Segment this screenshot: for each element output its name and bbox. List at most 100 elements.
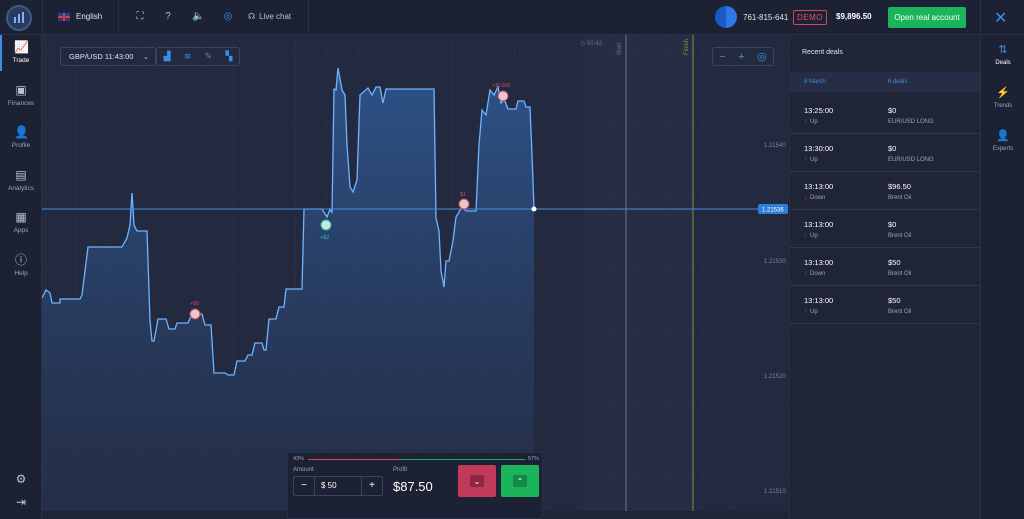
open-real-account-button[interactable]: Open real account [888, 7, 966, 28]
price-chart[interactable]: Start Finish 1.21540 1.21530 1.21520 1.2… [42, 35, 788, 511]
timer-value: 00:42 [586, 41, 602, 47]
arrow-up-icon: ↑ [804, 309, 807, 315]
sidebar-item-finances[interactable]: ▣ Finances [0, 83, 42, 107]
deal-row[interactable]: 13:30:00 ↑ Up $0 EUR/USD LONG [790, 135, 981, 172]
asset-selector[interactable]: GBP/USD 11:43:00 ⌄ [60, 47, 156, 66]
divider [42, 0, 43, 35]
deal-row[interactable]: 13:13:00 ↓ Down $96.50 Brent Oil [790, 173, 981, 210]
sound-icon[interactable]: 🔈 [192, 11, 204, 23]
help-circle-icon[interactable]: ? [162, 11, 174, 23]
sidebar-item-apps[interactable]: ▦ Apps [0, 210, 42, 234]
sidebar-item-experts[interactable]: 👤 Experts [981, 129, 1024, 152]
deal-asset: Brent Oil [888, 233, 912, 239]
deal-asset: Brent Oil [888, 195, 912, 201]
chart-type-icon[interactable]: ▟ [164, 51, 171, 62]
sidebar-item-profile[interactable]: 👤 Profile [0, 125, 42, 149]
deal-direction: ↓ Down [804, 195, 825, 201]
deal-amount: $96.50 [888, 182, 911, 191]
deal-marker[interactable]: +$0 [189, 301, 201, 320]
deal-time: 13:13:00 [804, 220, 834, 229]
chevron-down-icon: ⌄ [142, 52, 149, 61]
deal-direction-label: Up [810, 157, 818, 163]
zoom-reset-icon[interactable]: ◎ [757, 50, 767, 63]
live-chat-label: Live chat [259, 12, 292, 21]
deal-time: 13:13:00 [804, 182, 834, 191]
zoom-in-icon[interactable]: + [738, 51, 744, 63]
deals-title: Recent deals [802, 49, 843, 56]
marker-label: $1 [460, 192, 466, 198]
amount-input[interactable]: $ 50 [314, 477, 362, 495]
finish-label: Finish [684, 39, 690, 55]
zoom-out-icon[interactable]: − [719, 51, 725, 63]
decrease-amount-button[interactable]: − [294, 477, 314, 495]
sidebar-item-trade[interactable]: 📈 Trade [0, 40, 42, 64]
indicators-icon[interactable]: ≋ [184, 51, 192, 62]
account-id[interactable]: 761-815-641 [743, 13, 788, 22]
deal-direction: ↓ Down [804, 271, 825, 277]
deals-header: 8 March 6 deals [790, 72, 981, 92]
deal-row[interactable]: 13:13:00 ↑ Up $50 Brent Oil [790, 287, 981, 324]
flag-icon [458, 198, 470, 210]
profit-label: Profit [393, 467, 408, 473]
account-avatar[interactable] [715, 6, 737, 28]
trade-up-button[interactable]: ⌃ [501, 465, 539, 497]
fullscreen-icon[interactable]: ⛶ [134, 11, 146, 23]
language-label: English [76, 12, 103, 21]
sidebar-item-trends[interactable]: ⚡ Trends [981, 86, 1024, 109]
deal-direction: ↑ Up [804, 119, 818, 125]
deal-direction-label: Up [810, 309, 818, 315]
logo-icon [14, 12, 24, 23]
draw-icon[interactable]: ✎ [205, 51, 213, 62]
deal-direction: ↑ Up [804, 157, 818, 163]
deal-amount: $0 [888, 220, 897, 229]
increase-amount-button[interactable]: + [362, 477, 382, 495]
start-label: Start [617, 42, 623, 55]
app-logo[interactable] [6, 5, 32, 31]
sidebar-item-label: Analytics [7, 185, 34, 192]
info-icon: ⓘ [14, 253, 27, 267]
sidebar-item-label: Finances [7, 100, 35, 107]
settings-button[interactable]: ⚙ [0, 472, 42, 489]
sidebar-item-help[interactable]: ⓘ Help [0, 253, 42, 277]
divider [980, 0, 981, 35]
user-plus-icon: 👤 [996, 130, 1010, 142]
price-tick: 1.21540 [764, 143, 786, 149]
balance-value[interactable]: $9,896.50 [836, 12, 872, 21]
deal-amount: $50 [888, 258, 901, 267]
language-selector[interactable]: English [58, 12, 102, 21]
gear-icon: ⚙ [15, 472, 27, 486]
deal-row[interactable]: 13:13:00 ↓ Down $50 Brent Oil [790, 249, 981, 286]
trade-down-button[interactable]: ⌄ [458, 465, 496, 497]
layout-icon[interactable]: ▚ [225, 51, 232, 62]
current-price-value: 1.21536 [762, 208, 784, 214]
percent-up: 57% [528, 456, 540, 462]
deal-row[interactable]: 13:25:00 ↑ Up $0 EUR/USD LONG [790, 97, 981, 134]
sidebar-item-label: Deals [995, 60, 1011, 66]
deal-time: 13:25:00 [804, 106, 834, 115]
close-icon[interactable]: ✕ [994, 8, 1007, 28]
top-bar: English ⛶ ? 🔈 ◎ ☊ Live chat 761-815-641 … [0, 0, 1024, 35]
left-sidebar: 📈 Trade ▣ Finances 👤 Profile ▤ Analytics… [0, 35, 42, 519]
deal-amount: $50 [888, 296, 901, 305]
chevron-down-icon: ⌄ [470, 475, 484, 487]
flag-icon [189, 308, 201, 320]
demo-badge[interactable]: DEMO [793, 10, 827, 25]
clock-icon: ◷ [580, 41, 586, 47]
live-chat-button[interactable]: ☊ Live chat [248, 12, 291, 21]
user-icon: 👤 [14, 125, 29, 139]
lightning-icon: ⚡ [996, 87, 1010, 99]
sidebar-item-analytics[interactable]: ▤ Analytics [0, 168, 42, 192]
deal-asset: Brent Oil [888, 309, 912, 315]
deal-time: 13:30:00 [804, 144, 834, 153]
logout-button[interactable]: ⇥ [0, 495, 42, 512]
chart-area[interactable]: Start Finish 1.21540 1.21530 1.21520 1.2… [42, 35, 788, 511]
deals-panel: Recent deals 8 March 6 deals 13:25:00 ↑ U… [789, 35, 981, 519]
deals-count: 6 deals [888, 79, 908, 85]
amount-label: Amount [293, 467, 314, 473]
percent-down: 43% [293, 456, 305, 462]
sidebar-item-deals[interactable]: ⇅ Deals [981, 43, 1024, 66]
deal-row[interactable]: 13:13:00 ↑ Up $0 Brent Oil [790, 211, 981, 248]
price-axis: 1.21540 1.21530 1.21520 1.21510 [764, 143, 786, 495]
target-icon[interactable]: ◎ [222, 11, 234, 23]
price-tick: 1.21510 [764, 489, 786, 495]
